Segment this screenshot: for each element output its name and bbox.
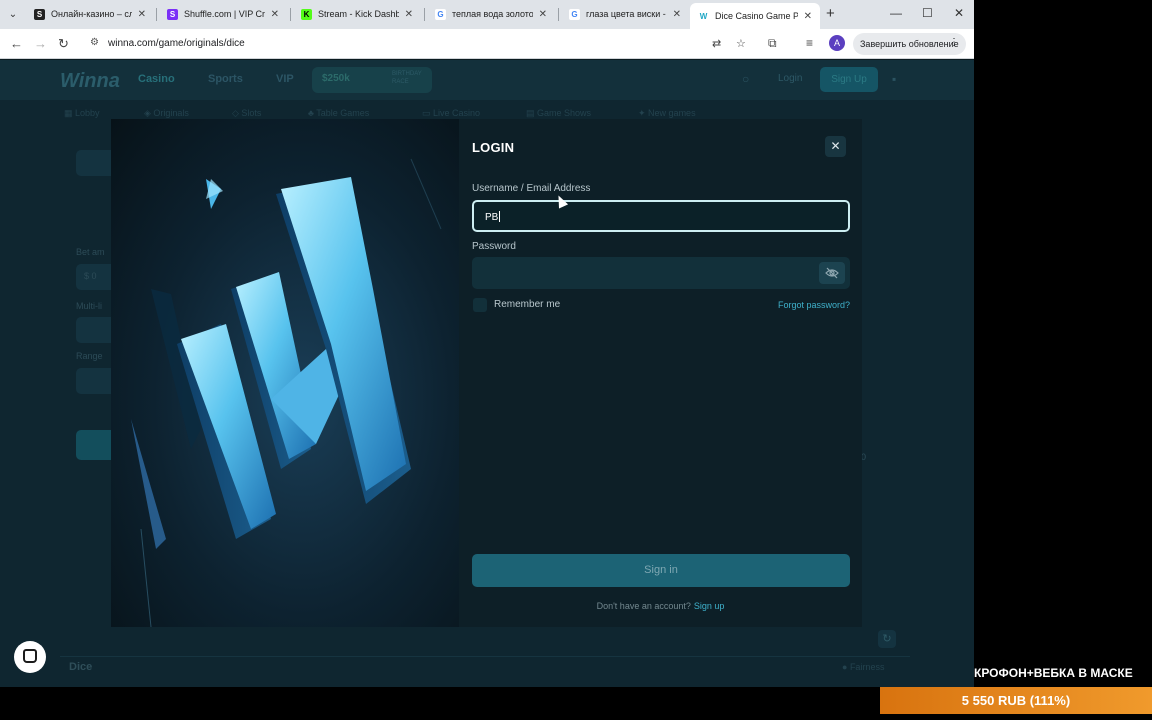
more-menu-icon[interactable]: ⋮: [949, 37, 959, 48]
nav-sports[interactable]: Sports: [208, 73, 243, 85]
fairness-link[interactable]: ● Fairness: [842, 662, 884, 672]
subnav-new-games[interactable]: ✦ New games: [638, 108, 696, 119]
tab-dice-active[interactable]: W Dice Casino Game Play ✕: [690, 3, 820, 29]
tab-google-2[interactable]: G глаза цвета виски - Go ✕: [561, 3, 689, 25]
close-icon[interactable]: ✕: [825, 136, 846, 157]
minimize-icon[interactable]: —: [890, 6, 902, 20]
reload-icon[interactable]: ↻: [58, 36, 69, 52]
address-bar: ← → ↻ ⚙ winna.com/game/originals/dice ⇄ …: [0, 29, 974, 59]
tab-close-icon[interactable]: ✕: [804, 11, 812, 22]
winna-w-artwork: [111, 119, 459, 627]
tab-strip: ⌄ S Онлайн-казино – слот ✕ S Shuffle.com…: [0, 0, 974, 29]
header-login-button[interactable]: Login: [778, 73, 802, 84]
username-field[interactable]: PB: [472, 200, 850, 232]
tab-title: глаза цвета виски - Go: [586, 9, 667, 19]
bookmark-star-icon[interactable]: ☆: [736, 37, 746, 50]
subnav-originals[interactable]: ◈ Originals: [144, 108, 189, 119]
tab-title: теплая вода золотой: [452, 9, 533, 19]
shuffle-icon: S: [167, 8, 178, 20]
promo-amount: $250k: [322, 73, 350, 84]
site-footer-divider: [60, 656, 910, 681]
sign-in-button[interactable]: Sign in: [472, 554, 850, 587]
update-button[interactable]: Завершить обновление ⋮: [853, 33, 966, 55]
username-label: Username / Email Address: [472, 183, 591, 194]
stream-caption: КРОФОН+ВЕБКА В МАСКЕ: [974, 666, 1133, 680]
password-label: Password: [472, 241, 516, 252]
site-info-icon[interactable]: ⚙: [90, 37, 99, 48]
no-account-text: Don't have an account?: [596, 601, 691, 611]
login-modal: LOGIN ✕ Username / Email Address PB Pass…: [111, 119, 862, 627]
tab-kick[interactable]: K Stream - Kick Dashboa ✕: [293, 3, 421, 25]
subnav-lobby[interactable]: ▦ Lobby: [64, 108, 100, 119]
tab-close-icon[interactable]: ✕: [673, 9, 681, 20]
chat-icon[interactable]: ▪: [892, 72, 896, 86]
tab-close-icon[interactable]: ✕: [138, 9, 146, 20]
extensions-icon[interactable]: ⧉: [768, 36, 777, 51]
browser-window: ⌄ S Онлайн-казино – слот ✕ S Shuffle.com…: [0, 0, 974, 687]
forward-icon[interactable]: →: [34, 36, 47, 51]
header-signup-button[interactable]: Sign Up: [820, 67, 878, 92]
multiplier-label: Multi-li: [76, 301, 102, 311]
subnav-game-shows[interactable]: ▤ Game Shows: [526, 108, 591, 119]
refresh-icon[interactable]: ↻: [878, 630, 896, 648]
username-value: PB: [485, 212, 499, 223]
forgot-password-link[interactable]: Forgot password?: [778, 300, 850, 310]
page-icon: S: [34, 8, 45, 20]
remember-me-label[interactable]: Remember me: [494, 299, 560, 310]
tab-title: Dice Casino Game Play: [715, 11, 798, 21]
back-icon[interactable]: ←: [10, 36, 23, 51]
omnibox[interactable]: ⚙ winna.com/game/originals/dice ⇄ ☆: [82, 33, 762, 55]
search-icon[interactable]: ○: [742, 72, 749, 86]
bet-button[interactable]: [76, 430, 116, 460]
tab-title: Shuffle.com | VIP Crypt: [184, 9, 265, 19]
birthday-race-promo[interactable]: $250k BIRTHDAY RACE: [312, 67, 432, 93]
nav-casino[interactable]: Casino: [138, 73, 175, 85]
bet-amount-label: Bet am: [76, 247, 105, 257]
support-chat-icon[interactable]: [14, 641, 46, 673]
google-icon: G: [435, 8, 446, 20]
login-form: LOGIN ✕ Username / Email Address PB Pass…: [459, 119, 862, 627]
tab-close-icon[interactable]: ✕: [271, 9, 279, 20]
google-icon: G: [569, 8, 580, 20]
tab-title: Stream - Kick Dashboa: [318, 9, 399, 19]
remember-me-checkbox[interactable]: [473, 298, 487, 312]
donation-goal-bar: 5 550 RUB (111%): [880, 687, 1152, 714]
url-text[interactable]: winna.com/game/originals/dice: [108, 38, 245, 49]
tab-shuffle[interactable]: S Shuffle.com | VIP Crypt ✕: [159, 3, 287, 25]
promo-text: BIRTHDAY RACE: [392, 71, 422, 85]
sign-up-link[interactable]: Sign up: [694, 601, 725, 611]
subnav-slots[interactable]: ◇ Slots: [232, 108, 261, 119]
new-tab-icon[interactable]: +: [826, 5, 835, 22]
nav-vip[interactable]: VIP: [276, 73, 294, 85]
password-field[interactable]: [472, 257, 850, 289]
modal-title: LOGIN: [472, 140, 515, 155]
media-icon[interactable]: ≡: [806, 36, 813, 50]
tab-close-icon[interactable]: ✕: [405, 9, 413, 20]
game-title: Dice: [69, 661, 93, 673]
tab-title: Онлайн-казино – слот: [51, 9, 132, 19]
window-close-icon[interactable]: ✕: [954, 6, 964, 20]
range-label: Range: [76, 351, 103, 361]
site-header: Winna Casino Sports VIP $250k BIRTHDAY RA…: [0, 60, 974, 100]
subnav-table-games[interactable]: ♣ Table Games: [308, 108, 369, 118]
update-label: Завершить обновление: [860, 39, 959, 49]
subnav-live-casino[interactable]: ▭ Live Casino: [422, 108, 480, 119]
profile-avatar[interactable]: A: [829, 35, 845, 51]
tab-casino[interactable]: S Онлайн-казино – слот ✕: [26, 3, 154, 25]
tab-google-1[interactable]: G теплая вода золотой ✕: [427, 3, 555, 25]
translate-icon[interactable]: ⇄: [712, 37, 721, 50]
tab-close-icon[interactable]: ✕: [539, 9, 547, 20]
maximize-icon[interactable]: ☐: [922, 6, 933, 20]
donation-amount: 5 550 RUB (111%): [961, 693, 1071, 708]
kick-icon: K: [301, 8, 312, 20]
winna-logo[interactable]: Winna: [60, 70, 120, 93]
winna-w-logo-art: [131, 158, 442, 627]
eye-off-icon[interactable]: [819, 262, 845, 284]
tab-search-icon[interactable]: ⌄: [4, 6, 22, 24]
winna-icon: W: [698, 10, 709, 22]
no-account-row: Don't have an account? Sign up: [459, 601, 862, 611]
